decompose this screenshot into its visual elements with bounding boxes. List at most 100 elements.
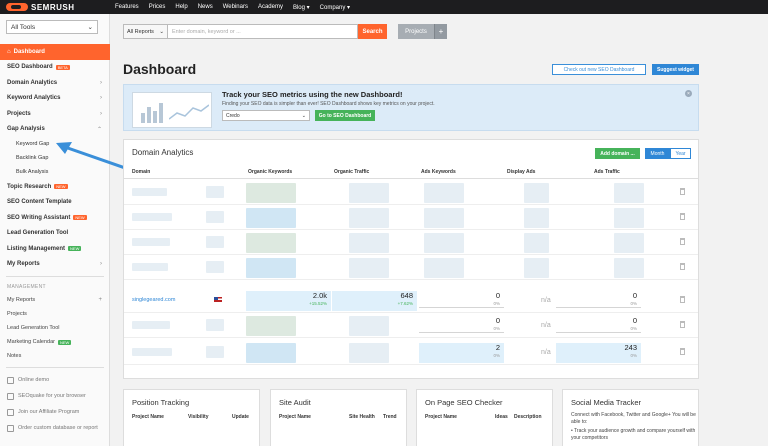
custom-database-link[interactable]: Order custom database or report bbox=[0, 420, 110, 436]
nav-company[interactable]: Company ▾ bbox=[320, 4, 350, 11]
seoquake-link[interactable]: SEOquake for your browser bbox=[0, 388, 110, 404]
table-row[interactable]: 2 0% n/a 243 0% bbox=[124, 340, 698, 365]
trash-icon[interactable] bbox=[680, 263, 685, 270]
col-description: Description bbox=[514, 414, 542, 420]
blurred-metric bbox=[246, 316, 296, 336]
affiliate-link[interactable]: Join our Affiliate Program bbox=[0, 404, 110, 420]
month-toggle[interactable]: Month bbox=[645, 148, 670, 159]
col-project-name: Project Name bbox=[425, 414, 457, 420]
ads-keywords-cell[interactable]: 0 0% bbox=[419, 316, 504, 336]
sidebar-item-dashboard[interactable]: ⌂ Dashboard bbox=[0, 44, 110, 60]
add-domain-button[interactable]: Add domain ... bbox=[595, 148, 640, 159]
management-item-label: Notes bbox=[7, 353, 22, 359]
sidebar-item-lead-generation-tool[interactable]: Lead Generation Tool bbox=[0, 226, 110, 242]
blurred-metric bbox=[349, 316, 389, 336]
tools-select[interactable]: All Tools ⌄ bbox=[6, 20, 98, 34]
management-item-marketing-calendar[interactable]: Marketing Calendar NEW bbox=[0, 335, 110, 349]
sidebar-item-label: SEO Dashboard bbox=[7, 64, 53, 71]
check-out-seo-dashboard-button[interactable]: Check out new SEO Dashboard bbox=[552, 64, 646, 75]
nav-features[interactable]: Features bbox=[115, 4, 139, 10]
sidebar-menu: ⌂ Dashboard SEO Dashboard BETA Domain Anal… bbox=[0, 44, 110, 436]
trash-icon[interactable] bbox=[680, 348, 685, 355]
sidebar-item-seo-writing-assistant[interactable]: SEO Writing Assistant NEW bbox=[0, 210, 110, 226]
sidebar-item-my-reports[interactable]: My Reports › bbox=[0, 257, 110, 273]
management-item-my-reports[interactable]: My Reports + bbox=[0, 293, 110, 307]
ads-traffic-cell[interactable]: 243 0% bbox=[556, 343, 641, 363]
nav-blog[interactable]: Blog ▾ bbox=[293, 4, 310, 11]
new-badge: NEW bbox=[68, 246, 82, 252]
sidebar-item-domain-analytics[interactable]: Domain Analytics › bbox=[0, 75, 110, 91]
blurred-metric bbox=[246, 343, 296, 363]
table-row[interactable] bbox=[124, 180, 698, 205]
divider bbox=[6, 276, 104, 277]
blurred-domain bbox=[132, 263, 168, 271]
close-icon[interactable]: × bbox=[685, 90, 692, 97]
sidebar-item-projects[interactable]: Projects › bbox=[0, 106, 110, 122]
chevron-right-icon: › bbox=[100, 95, 102, 102]
trash-icon[interactable] bbox=[680, 238, 685, 245]
nav-webinars[interactable]: Webinars bbox=[223, 4, 248, 10]
add-project-button[interactable]: + bbox=[434, 24, 447, 39]
bottom-link-label: SEOquake for your browser bbox=[18, 393, 86, 399]
sidebar-item-topic-research[interactable]: Topic Research NEW bbox=[0, 179, 110, 195]
trash-icon[interactable] bbox=[680, 321, 685, 328]
ads-traffic-cell[interactable]: 0 0% bbox=[556, 316, 641, 336]
display-ads-value: n/a bbox=[541, 349, 551, 356]
suggest-widget-button[interactable]: Suggest widget bbox=[652, 64, 699, 75]
preview-line-icon bbox=[169, 104, 209, 120]
blurred-metric bbox=[524, 233, 549, 253]
sidebar-item-seo-dashboard[interactable]: SEO Dashboard BETA bbox=[0, 60, 110, 76]
trash-icon[interactable] bbox=[680, 213, 685, 220]
col-trend: Trend bbox=[383, 414, 397, 420]
ads-traffic-cell[interactable]: 0 0% bbox=[556, 291, 641, 311]
nav-academy[interactable]: Academy bbox=[258, 4, 283, 10]
table-row[interactable] bbox=[124, 230, 698, 255]
blurred-metric bbox=[524, 258, 549, 278]
trash-icon[interactable] bbox=[680, 188, 685, 195]
chevron-down-icon: ⌄ bbox=[301, 112, 306, 119]
management-item-lead-generation-tool[interactable]: Lead Generation Tool bbox=[0, 321, 110, 335]
ads-keywords-change: 0% bbox=[493, 353, 500, 358]
go-to-seo-dashboard-button[interactable]: Go to SEO Dashboard bbox=[315, 110, 375, 121]
management-item-label: Projects bbox=[7, 311, 27, 317]
sidebar-item-gap-analysis[interactable]: Gap Analysis ⌃ bbox=[0, 122, 110, 138]
underline bbox=[419, 307, 504, 308]
year-toggle[interactable]: Year bbox=[670, 148, 691, 159]
blurred-metric bbox=[349, 233, 389, 253]
monitor-icon bbox=[7, 376, 14, 384]
col-display-ads: Display Ads bbox=[507, 169, 536, 175]
reports-select[interactable]: All Reports ⌄ bbox=[123, 24, 168, 39]
management-item-projects[interactable]: Projects bbox=[0, 307, 110, 321]
table-row[interactable] bbox=[124, 205, 698, 230]
ads-keywords-cell[interactable]: 2 0% bbox=[419, 343, 504, 363]
plus-icon[interactable]: + bbox=[98, 297, 102, 303]
sidebar-item-seo-content-template[interactable]: SEO Content Template bbox=[0, 195, 110, 211]
organic-traffic-cell[interactable]: 648 +7.62% bbox=[332, 291, 417, 311]
projects-button[interactable]: Projects bbox=[398, 24, 434, 39]
col-ideas: Ideas bbox=[495, 414, 508, 420]
banner-title: Track your SEO metrics using the new Das… bbox=[222, 90, 403, 99]
nav-prices[interactable]: Prices bbox=[149, 4, 166, 10]
table-row[interactable] bbox=[124, 255, 698, 280]
search-input[interactable]: Enter domain, keyword or ... bbox=[168, 24, 358, 39]
organic-keywords-cell[interactable]: 2.0k +15.52% bbox=[246, 291, 331, 311]
search-button[interactable]: Search bbox=[358, 24, 387, 39]
ads-keywords-cell[interactable]: 0 0% bbox=[419, 291, 504, 311]
top-navbar: SEMRUSH Features Prices Help News Webina… bbox=[0, 0, 768, 14]
sidebar-item-keyword-analytics[interactable]: Keyword Analytics › bbox=[0, 91, 110, 107]
project-select[interactable]: Credo ⌄ bbox=[222, 110, 310, 121]
table-row[interactable]: 0 0% n/a 0 0% bbox=[124, 313, 698, 338]
semrush-logo[interactable]: SEMRUSH bbox=[6, 1, 75, 13]
management-item-notes[interactable]: Notes bbox=[0, 349, 110, 363]
table-row-singlegeared[interactable]: singlegeared.com 2.0k +15.52% 648 +7.62%… bbox=[124, 288, 698, 313]
trash-icon[interactable] bbox=[680, 296, 685, 303]
nav-news[interactable]: News bbox=[198, 4, 213, 10]
online-demo-link[interactable]: Online demo bbox=[0, 372, 110, 388]
nav-help[interactable]: Help bbox=[175, 4, 187, 10]
domain-link[interactable]: singlegeared.com bbox=[132, 297, 175, 303]
management-title: MANAGEMENT bbox=[7, 284, 46, 290]
sidebar-item-listing-management[interactable]: Listing Management NEW bbox=[0, 241, 110, 257]
blurred-metric bbox=[349, 183, 389, 203]
sidebar-item-label: SEO Content Template bbox=[7, 199, 72, 206]
sidebar-item-label: SEO Writing Assistant bbox=[7, 214, 71, 221]
